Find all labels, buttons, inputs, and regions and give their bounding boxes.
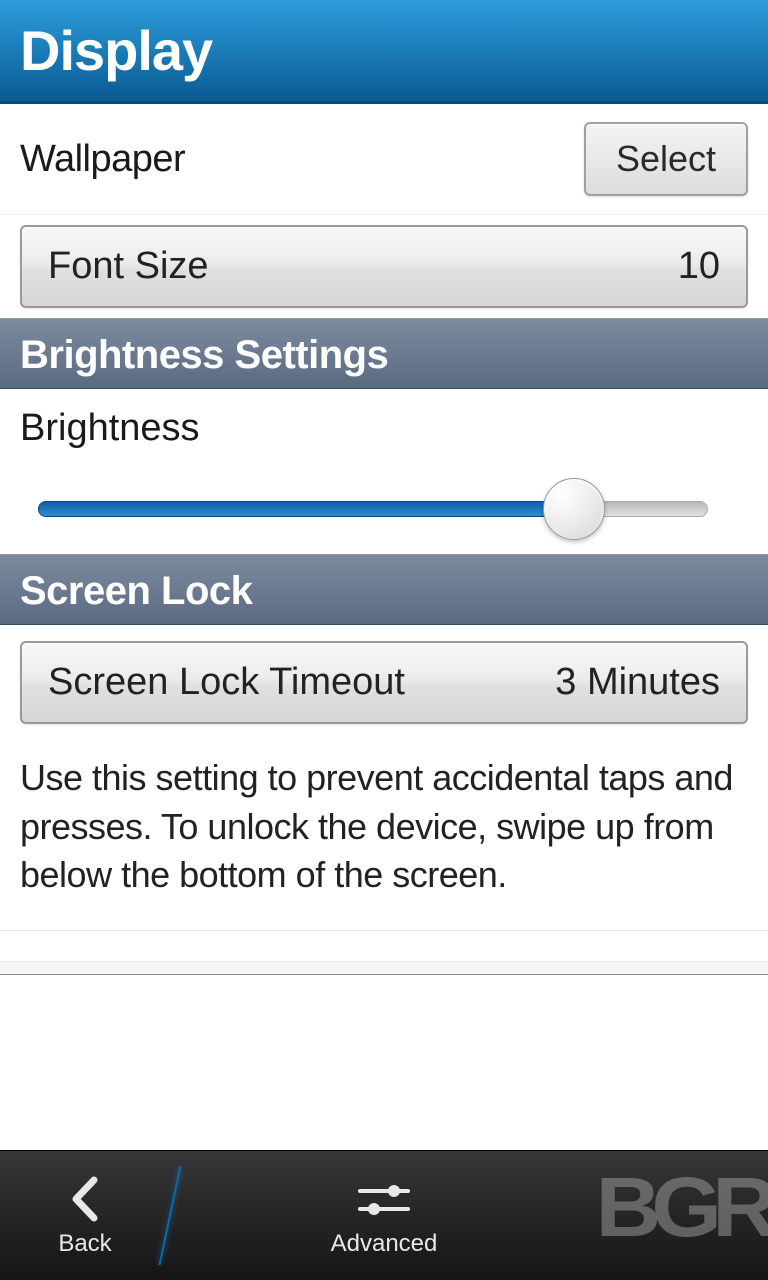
brightness-slider[interactable] <box>38 484 708 524</box>
back-label: Back <box>58 1230 111 1258</box>
fontsize-label: Font Size <box>48 245 209 288</box>
divider-line <box>0 930 768 931</box>
wallpaper-select-button[interactable]: Select <box>584 122 748 196</box>
advanced-button[interactable]: Advanced <box>170 1151 598 1280</box>
advanced-label: Advanced <box>331 1230 438 1258</box>
screenlock-section-header: Screen Lock <box>0 554 768 625</box>
wallpaper-label: Wallpaper <box>20 138 185 181</box>
sliders-icon <box>356 1174 412 1224</box>
screenlock-description: Use this setting to prevent accidental t… <box>0 734 768 930</box>
fontsize-button[interactable]: Font Size 10 <box>20 225 748 308</box>
screenlock-timeout-button[interactable]: Screen Lock Timeout 3 Minutes <box>20 641 748 724</box>
chevron-left-icon <box>68 1174 102 1224</box>
brightness-section-header: Brightness Settings <box>0 318 768 389</box>
fontsize-row: Font Size 10 <box>0 215 768 318</box>
header: Display <box>0 0 768 104</box>
fontsize-value: 10 <box>678 245 720 288</box>
gap-line <box>0 961 768 975</box>
screenlock-row: Screen Lock Timeout 3 Minutes <box>0 625 768 734</box>
screenlock-value: 3 Minutes <box>555 661 720 704</box>
spacer-tab <box>598 1151 768 1280</box>
slider-fill <box>38 501 574 517</box>
back-button[interactable]: Back <box>0 1151 170 1280</box>
page-title: Display <box>20 18 212 83</box>
brightness-label: Brightness <box>20 407 748 450</box>
slider-thumb[interactable] <box>543 478 605 540</box>
screenlock-label: Screen Lock Timeout <box>48 661 405 704</box>
brightness-block: Brightness <box>0 389 768 554</box>
wallpaper-row: Wallpaper Select <box>0 104 768 215</box>
bottom-bar: Back Advanced BGR <box>0 1150 768 1280</box>
